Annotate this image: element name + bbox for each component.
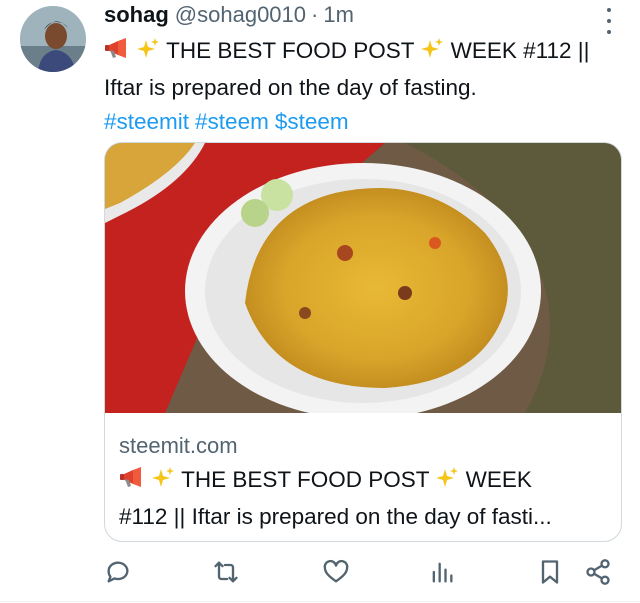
link-card[interactable]: steemit.com THE BEST FOOD POST WEEK #112… <box>104 142 622 542</box>
action-bar <box>104 558 620 588</box>
post-title-suffix: WEEK #112 || <box>450 38 590 63</box>
card-title-line2: #112 || Iftar is prepared on the day of … <box>119 504 552 529</box>
views-icon[interactable] <box>428 558 456 586</box>
avatar[interactable] <box>20 6 86 72</box>
megaphone-icon <box>119 466 145 500</box>
hashtag-link[interactable]: #steem <box>195 109 269 134</box>
hashtags: #steemit #steem $steem <box>104 105 624 139</box>
more-dots-icon[interactable] <box>600 8 618 34</box>
post-header: sohag @sohag0010 · 1m <box>104 2 354 32</box>
author-handle[interactable]: @sohag0010 <box>175 2 306 28</box>
food-photo <box>105 143 621 413</box>
sparkles-icon <box>151 466 175 500</box>
sparkles-icon <box>420 37 444 71</box>
card-title-part2: WEEK <box>465 467 532 492</box>
separator: · <box>311 2 319 27</box>
reply-icon[interactable] <box>104 558 132 586</box>
card-title: THE BEST FOOD POST WEEK #112 || Iftar is… <box>119 463 614 534</box>
post-title: THE BEST FOOD POST <box>166 38 415 63</box>
hashtag-link[interactable]: #steemit <box>104 109 189 134</box>
card-domain: steemit.com <box>119 433 238 458</box>
like-icon[interactable] <box>322 558 350 586</box>
divider <box>0 601 640 602</box>
cashtag-link[interactable]: $steem <box>275 109 349 134</box>
bookmark-icon[interactable] <box>536 558 564 586</box>
sparkles-icon <box>435 466 459 500</box>
author-name[interactable]: sohag <box>104 2 169 28</box>
post-body: Iftar is prepared on the day of fasting. <box>104 75 477 100</box>
share-icon[interactable] <box>584 558 612 586</box>
megaphone-icon <box>104 37 130 71</box>
repost-icon[interactable] <box>212 558 240 586</box>
post-text: THE BEST FOOD POST WEEK #112 || Iftar is… <box>104 34 624 139</box>
post-time[interactable]: 1m <box>323 2 354 28</box>
card-title-part1: THE BEST FOOD POST <box>181 467 430 492</box>
sparkles-icon <box>136 37 160 71</box>
